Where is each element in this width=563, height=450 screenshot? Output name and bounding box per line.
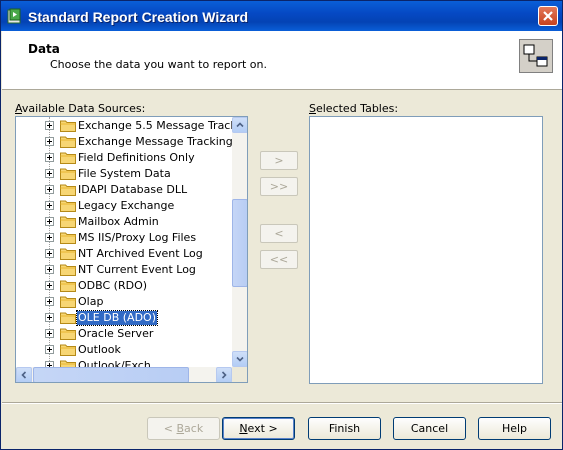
folder-icon (60, 184, 76, 196)
tree-item-label: Outlook (78, 343, 121, 356)
folder-icon (60, 248, 76, 260)
available-data-sources-tree[interactable]: Exchange 5.5 Message Tracking Exchange Me… (15, 116, 248, 383)
tree-item[interactable]: Oracle Server (16, 326, 232, 342)
tree-item[interactable]: ODBC (RDO) (16, 278, 232, 294)
expand-plus-icon[interactable] (45, 345, 54, 354)
tree-vertical-scrollbar[interactable] (232, 117, 247, 367)
tree-item-label: ODBC (RDO) (78, 279, 148, 292)
tree-item-label: Legacy Exchange (78, 199, 175, 212)
tree-item-label: Field Definitions Only (78, 151, 195, 164)
expand-plus-icon[interactable] (45, 137, 54, 146)
close-button[interactable] (538, 6, 558, 26)
button-separator (2, 402, 562, 404)
expand-plus-icon[interactable] (45, 201, 54, 210)
tree-item-label: Mailbox Admin (78, 215, 159, 228)
tree-horizontal-scrollbar[interactable] (16, 367, 232, 382)
available-data-sources-label: Available Data Sources: (15, 102, 146, 115)
tree-item[interactable]: File System Data (16, 166, 232, 182)
tree-item[interactable]: Olap (16, 294, 232, 310)
tree-item[interactable]: Outlook/Exch (16, 358, 232, 367)
chevron-left-icon (21, 371, 27, 379)
expand-plus-icon[interactable] (45, 217, 54, 226)
tree-item[interactable]: Legacy Exchange (16, 198, 232, 214)
folder-icon (60, 312, 76, 324)
tree-item-label: Oracle Server (78, 327, 154, 340)
tree-item[interactable]: MS IIS/Proxy Log Files (16, 230, 232, 246)
folder-icon (60, 344, 76, 356)
expand-plus-icon[interactable] (45, 329, 54, 338)
tree-item[interactable]: Exchange Message Tracking Lo (16, 134, 232, 150)
tree-item[interactable]: Field Definitions Only (16, 150, 232, 166)
expand-plus-icon[interactable] (45, 153, 54, 162)
tree-item[interactable]: Mailbox Admin (16, 214, 232, 230)
data-link-icon (519, 39, 553, 73)
expand-plus-icon[interactable] (45, 313, 54, 322)
expand-plus-icon[interactable] (45, 265, 54, 274)
expand-plus-icon[interactable] (45, 169, 54, 178)
back-button[interactable]: < Back (147, 417, 220, 440)
tree-item-label: NT Archived Event Log (78, 247, 203, 260)
tree-item-label: OLE DB (ADO) (76, 310, 158, 326)
folder-icon (60, 136, 76, 148)
finish-button[interactable]: Finish (308, 417, 381, 440)
chevron-up-icon (236, 122, 244, 128)
expand-plus-icon[interactable] (45, 121, 54, 130)
tree-item[interactable]: NT Current Event Log (16, 262, 232, 278)
scroll-left-button[interactable] (16, 367, 32, 382)
folder-icon (60, 280, 76, 292)
tree-item-label: File System Data (78, 167, 171, 180)
expand-plus-icon[interactable] (45, 297, 54, 306)
folder-icon (60, 152, 76, 164)
tree-item[interactable]: IDAPI Database DLL (16, 182, 232, 198)
add-table-button[interactable]: > (260, 151, 298, 170)
scroll-thumb[interactable] (232, 199, 247, 287)
folder-icon (60, 120, 76, 132)
page-subtitle: Choose the data you want to report on. (50, 58, 267, 71)
close-icon (543, 11, 553, 21)
hscroll-thumb[interactable] (33, 367, 189, 382)
tree-item-label: NT Current Event Log (78, 263, 196, 276)
tree-item-label: Exchange 5.5 Message Tracking (78, 119, 232, 132)
tree-item[interactable]: Exchange 5.5 Message Tracking (16, 118, 232, 134)
expand-plus-icon[interactable] (45, 281, 54, 290)
tree-item-label: Exchange Message Tracking Lo (78, 135, 232, 148)
tree-item-label: Olap (78, 295, 104, 308)
remove-table-button[interactable]: < (260, 224, 298, 243)
wizard-window: Standard Report Creation Wizard Data Cho… (0, 0, 563, 450)
expand-plus-icon[interactable] (45, 185, 54, 194)
folder-icon (60, 216, 76, 228)
folder-icon (60, 296, 76, 308)
title-bar[interactable]: Standard Report Creation Wizard (1, 1, 562, 31)
folder-icon (60, 232, 76, 244)
tree-item[interactable]: NT Archived Event Log (16, 246, 232, 262)
next-button[interactable]: Next > (222, 417, 295, 440)
folder-icon (60, 264, 76, 276)
expand-plus-icon[interactable] (45, 249, 54, 258)
add-all-tables-button[interactable]: >> (260, 177, 298, 196)
wizard-header: Data Choose the data you want to report … (2, 31, 562, 90)
window-title: Standard Report Creation Wizard (28, 9, 249, 25)
scroll-right-button[interactable] (216, 367, 232, 382)
chevron-down-icon (236, 356, 244, 362)
folder-icon (60, 328, 76, 340)
scroll-down-button[interactable] (232, 351, 247, 367)
tree-item-label: Outlook/Exch (78, 359, 151, 367)
chevron-right-icon (221, 371, 227, 379)
tree-item-label: IDAPI Database DLL (78, 183, 188, 196)
remove-all-tables-button[interactable]: << (260, 250, 298, 269)
tree-item[interactable]: Outlook (16, 342, 232, 358)
cancel-button[interactable]: Cancel (393, 417, 466, 440)
expand-plus-icon[interactable] (45, 233, 54, 242)
folder-icon (60, 360, 76, 367)
tree-item-label: MS IIS/Proxy Log Files (78, 231, 197, 244)
folder-icon (60, 200, 76, 212)
scroll-up-button[interactable] (232, 117, 247, 133)
folder-icon (60, 168, 76, 180)
tree-item[interactable]: OLE DB (ADO) (16, 310, 232, 326)
help-button[interactable]: Help (478, 417, 551, 440)
selected-tables-list[interactable] (309, 116, 543, 384)
page-title: Data (28, 42, 60, 56)
selected-tables-label: Selected Tables: (309, 102, 399, 115)
app-icon (7, 8, 21, 24)
